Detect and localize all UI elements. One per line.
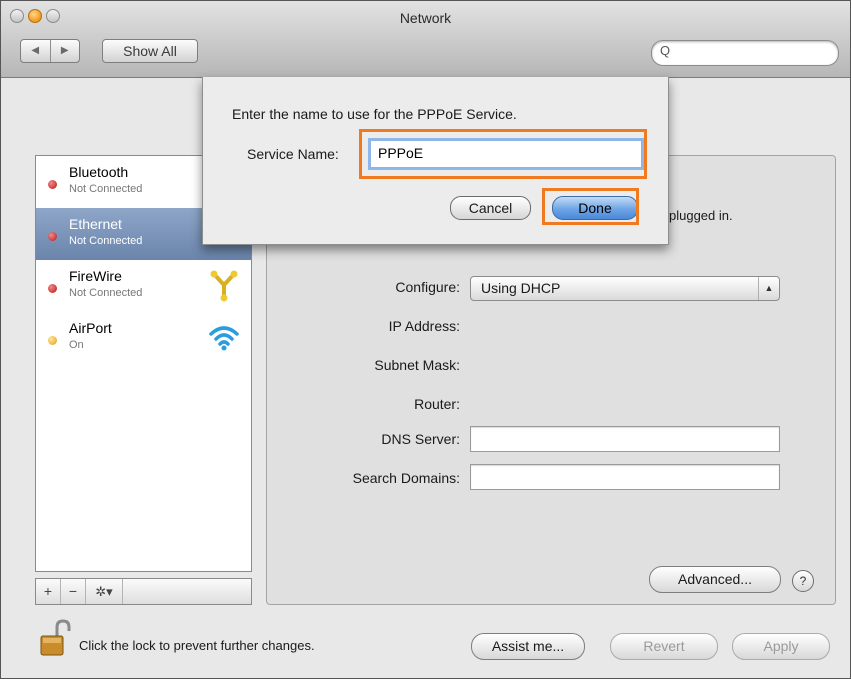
done-button-highlight bbox=[542, 188, 639, 225]
lock-icon[interactable] bbox=[39, 619, 71, 657]
service-item-firewire[interactable]: FireWire Not Connected bbox=[36, 260, 251, 312]
revert-button[interactable]: Revert bbox=[610, 633, 718, 660]
firewire-icon bbox=[210, 270, 238, 302]
configure-value: Using DHCP bbox=[481, 280, 561, 296]
subnet-mask-label: Subnet Mask: bbox=[374, 357, 460, 373]
sheet-message: Enter the name to use for the PPPoE Serv… bbox=[232, 106, 517, 122]
service-name-highlight bbox=[359, 129, 647, 179]
status-dot bbox=[48, 180, 57, 189]
service-name: Bluetooth bbox=[69, 164, 129, 180]
dns-server-field[interactable] bbox=[470, 426, 780, 452]
search-domains-label: Search Domains: bbox=[352, 470, 460, 486]
assist-me-button[interactable]: Assist me... bbox=[471, 633, 585, 660]
advanced-button[interactable]: Advanced... bbox=[649, 566, 781, 593]
configure-popup[interactable]: Using DHCP ▲ bbox=[470, 276, 780, 301]
status-dot bbox=[48, 284, 57, 293]
forward-arrow-icon[interactable]: ▶ bbox=[49, 40, 80, 62]
back-arrow-icon[interactable]: ◀ bbox=[21, 40, 50, 62]
dns-server-label: DNS Server: bbox=[381, 431, 460, 447]
add-service-button[interactable]: + bbox=[36, 579, 61, 604]
network-window: Network ◀ ▶ Show All Q Bluetooth Not Con… bbox=[0, 0, 851, 679]
lock-message: Click the lock to prevent further change… bbox=[79, 638, 315, 653]
service-name-label: Service Name: bbox=[247, 146, 339, 162]
help-button[interactable]: ? bbox=[792, 570, 814, 592]
service-item-airport[interactable]: AirPort On bbox=[36, 312, 251, 364]
search-domains-field[interactable] bbox=[470, 464, 780, 490]
status-text-partial: plugged in. bbox=[669, 208, 733, 223]
gear-icon[interactable]: ✲▾ bbox=[86, 579, 123, 604]
search-field[interactable]: Q bbox=[651, 40, 839, 66]
service-name: Ethernet bbox=[69, 216, 122, 232]
back-forward-control: ◀ ▶ bbox=[20, 39, 80, 63]
router-label: Router: bbox=[414, 396, 460, 412]
service-list-toolbar: + − ✲▾ bbox=[35, 578, 252, 605]
service-status: On bbox=[69, 339, 84, 351]
show-all-button[interactable]: Show All bbox=[102, 39, 198, 63]
service-status: Not Connected bbox=[69, 183, 143, 195]
remove-service-button[interactable]: − bbox=[61, 579, 86, 604]
apply-button[interactable]: Apply bbox=[732, 633, 830, 660]
service-status: Not Connected bbox=[69, 287, 143, 299]
service-status: Not Connected bbox=[69, 235, 143, 247]
window-title: Network bbox=[399, 10, 452, 26]
service-name: AirPort bbox=[69, 320, 112, 336]
title-bar: Network ◀ ▶ Show All Q bbox=[1, 1, 850, 78]
service-name: FireWire bbox=[69, 268, 122, 284]
updown-arrows-icon: ▲ bbox=[758, 277, 779, 300]
search-icon: Q bbox=[660, 43, 671, 58]
wifi-icon bbox=[209, 326, 239, 351]
cancel-button[interactable]: Cancel bbox=[450, 196, 531, 220]
status-dot bbox=[48, 336, 57, 345]
ip-address-label: IP Address: bbox=[388, 318, 460, 334]
status-dot bbox=[48, 232, 57, 241]
configure-label: Configure: bbox=[395, 279, 460, 295]
